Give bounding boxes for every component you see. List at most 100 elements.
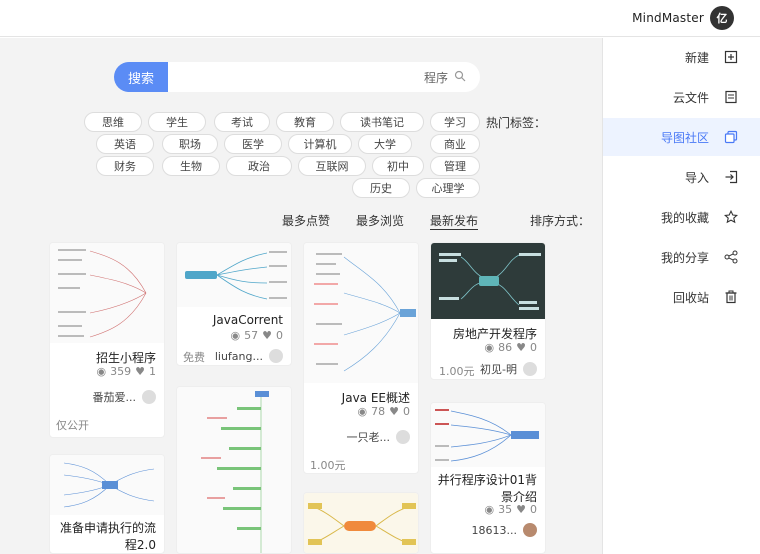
sidebar-item-label: 新建: [684, 50, 709, 65]
search-bar: 搜索 程序: [114, 62, 480, 92]
eye-icon: ◉: [484, 341, 495, 354]
sidebar-item-label: 回收站: [672, 290, 709, 305]
card-title: 招生小程序: [95, 351, 156, 365]
card-thumbnail: [50, 243, 164, 343]
tag-item[interactable]: 教育: [276, 112, 334, 132]
sidebar-item-label: 云文件: [672, 90, 709, 105]
tag-item[interactable]: 计算机: [288, 134, 352, 154]
author-name: liufang...: [214, 349, 263, 363]
share-icon: [723, 249, 739, 265]
tag-item[interactable]: 考试: [214, 112, 270, 132]
like-count: 0: [403, 405, 410, 418]
card-price: 1.00元: [310, 459, 346, 472]
tag-item[interactable]: 思维: [84, 112, 142, 132]
tag-item[interactable]: 读书笔记: [340, 112, 424, 132]
sidebar-item-cloud[interactable]: 云文件: [603, 78, 760, 116]
sidebar-item-import[interactable]: 导入: [603, 158, 760, 196]
mindmap-card[interactable]: 并行程序设计01背景介绍 ◉ 35 ♥ 0 18613...: [430, 402, 546, 554]
tag-item[interactable]: 学习: [430, 112, 480, 132]
tag-item[interactable]: 政治: [226, 156, 292, 176]
mindmap-card[interactable]: 招生小程序 ◉ 359 ♥ 1 番茄爱... 仅公开: [49, 242, 165, 438]
sidebar-item-label: 我的分享: [660, 250, 709, 265]
sort-label: 排序方式：: [530, 214, 591, 228]
tag-item[interactable]: 心理学: [416, 178, 480, 198]
heart-icon: ♥: [389, 405, 399, 418]
mindmap-card[interactable]: [176, 386, 292, 554]
view-count: 35: [498, 503, 513, 516]
search-value: 程序: [423, 70, 448, 85]
card-price: 免费: [183, 351, 205, 364]
view-count: 86: [498, 341, 513, 354]
tag-item[interactable]: 商业: [430, 134, 480, 154]
trash-icon: [723, 289, 739, 305]
sidebar-item-community[interactable]: 导图社区: [603, 118, 760, 156]
import-icon: [723, 169, 739, 185]
sort-option[interactable]: 最新发布: [430, 212, 479, 230]
card-author: 番茄爱...: [92, 389, 156, 405]
tag-item[interactable]: 历史: [352, 178, 410, 198]
card-stats: ◉ 78 ♥ 0: [358, 405, 410, 418]
brand: MindMaster 亿: [632, 6, 734, 30]
card-stats: ◉ 359 ♥ 1: [97, 365, 156, 378]
tag-item[interactable]: 初中: [372, 156, 424, 176]
tag-item[interactable]: 英语: [96, 134, 154, 154]
view-count: 57: [244, 329, 259, 342]
search-button[interactable]: 搜索: [114, 62, 168, 92]
sidebar-item-favorites[interactable]: 我的收藏: [603, 198, 760, 236]
card-price: 1.00元: [439, 365, 475, 378]
mindmap-card[interactable]: 准备申请执行的流程2.0: [49, 454, 165, 554]
mindmap-card[interactable]: 房地产开发程序 ◉ 86 ♥ 0 初见-明 1.00元: [430, 242, 546, 380]
tag-item[interactable]: 职场: [162, 134, 218, 154]
card-thumbnail: [177, 387, 291, 553]
tag-item[interactable]: 医学: [224, 134, 282, 154]
heart-icon: ♥: [135, 365, 145, 378]
sidebar-item-label: 导图社区: [660, 130, 709, 145]
card-title: 准备申请执行的流程2.0: [59, 521, 156, 552]
star-icon: [723, 209, 739, 225]
card-thumbnail: [304, 493, 418, 553]
card-author: 初见-明: [480, 361, 537, 377]
community-main: 搜索 程序 热门标签： 学习 读书笔记 教育 考试 学生 思维 商业 大学 计算…: [0, 38, 602, 554]
card-author: 一只老...: [347, 429, 410, 445]
tag-item[interactable]: 财务: [96, 156, 154, 176]
eye-icon: ◉: [357, 405, 368, 418]
top-bar: MindMaster 亿: [0, 0, 760, 37]
author-name: 初见-明: [480, 363, 517, 376]
heart-icon: ♥: [516, 341, 526, 354]
tag-item[interactable]: 生物: [162, 156, 220, 176]
tag-item[interactable]: 管理: [430, 156, 480, 176]
like-count: 0: [530, 341, 537, 354]
like-count: 0: [530, 503, 537, 516]
sidebar-item-shares[interactable]: 我的分享: [603, 238, 760, 276]
sort-option[interactable]: 最多点赞: [282, 212, 330, 229]
sidebar-item-trash[interactable]: 回收站: [603, 278, 760, 316]
mindmap-card[interactable]: Java EE概述 ◉ 78 ♥ 0 一只老... 1.00元: [303, 242, 419, 474]
card-title: 并行程序设计01背景介绍: [437, 473, 537, 504]
card-title: 房地产开发程序: [452, 327, 537, 341]
card-author: liufang...: [215, 349, 283, 363]
card-stats: ◉ 86 ♥ 0: [485, 341, 537, 354]
card-thumbnail: [177, 243, 291, 307]
mindmap-card[interactable]: JavaCorrent ◉ 57 ♥ 0 liufang... 免费: [176, 242, 292, 366]
sort-option[interactable]: 最多浏览: [356, 212, 404, 229]
tag-item[interactable]: 互联网: [298, 156, 366, 176]
sidebar-item-label: 我的收藏: [660, 210, 709, 225]
sidebar-item-new[interactable]: 新建: [603, 38, 760, 76]
author-name: 番茄爱...: [92, 391, 137, 404]
tag-item[interactable]: 大学: [358, 134, 412, 154]
avatar: [396, 430, 410, 444]
cloud-file-icon: [723, 89, 739, 105]
new-file-icon: [723, 49, 739, 65]
card-thumbnail: [431, 243, 545, 319]
card-price: 仅公开: [56, 419, 89, 432]
hot-tags-label: 热门标签：: [485, 116, 546, 130]
eye-icon: ◉: [96, 365, 107, 378]
search-input[interactable]: 程序: [168, 62, 480, 92]
mindmap-card[interactable]: [303, 492, 419, 554]
card-thumbnail: [431, 403, 545, 467]
sidebar-item-label: 导入: [684, 170, 709, 185]
author-name: 18613...: [471, 523, 517, 537]
avatar: [523, 523, 537, 537]
avatar: [142, 390, 156, 404]
tag-item[interactable]: 学生: [148, 112, 206, 132]
